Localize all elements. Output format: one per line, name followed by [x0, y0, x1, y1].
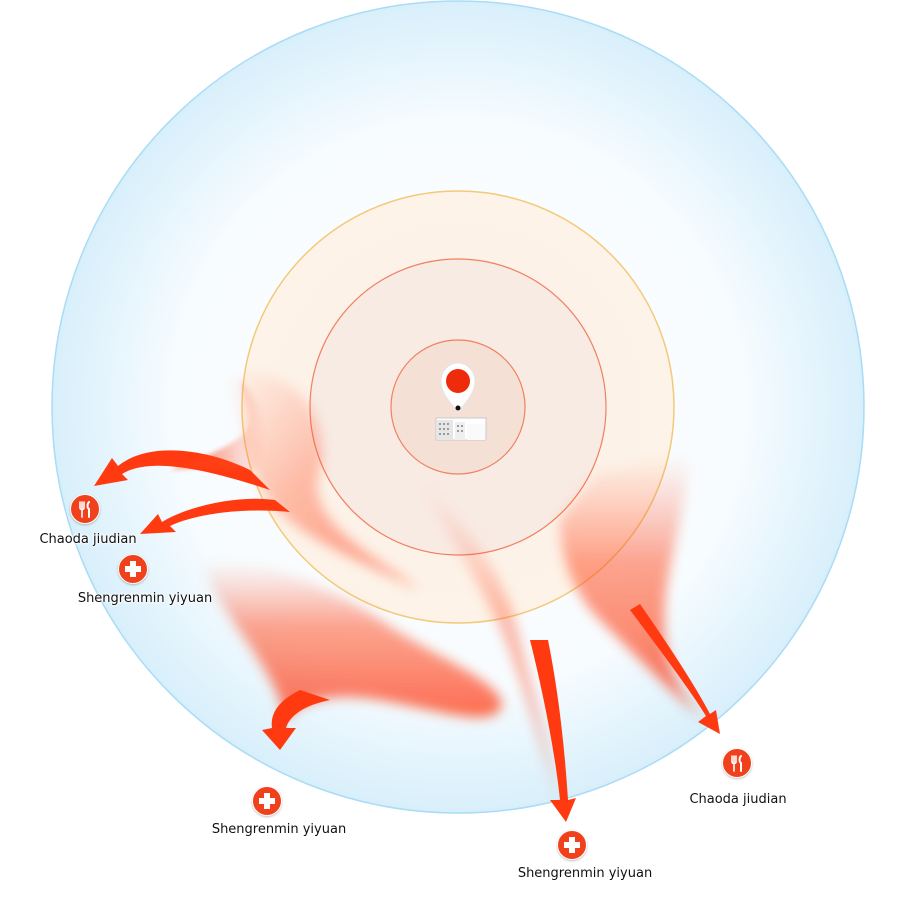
- map-diagram: Chaoda jiudian Shengrenmin yiyuan Shengr…: [0, 0, 916, 916]
- fork-knife-icon: [70, 494, 100, 524]
- cross-icon: [557, 830, 587, 860]
- cross-icon: [118, 554, 148, 584]
- poi-label: Shengrenmin yiyuan: [77, 591, 213, 606]
- building-icon: [435, 417, 487, 441]
- poi-label: Chaoda jiudian: [39, 532, 137, 547]
- cross-icon: [252, 786, 282, 816]
- fork-knife-icon: [722, 748, 752, 778]
- poi-label: Shengrenmin yiyuan: [211, 822, 347, 837]
- poi-label: Shengrenmin yiyuan: [517, 866, 653, 881]
- poi-label: Chaoda jiudian: [689, 792, 787, 807]
- diagram-canvas: [51, 0, 865, 822]
